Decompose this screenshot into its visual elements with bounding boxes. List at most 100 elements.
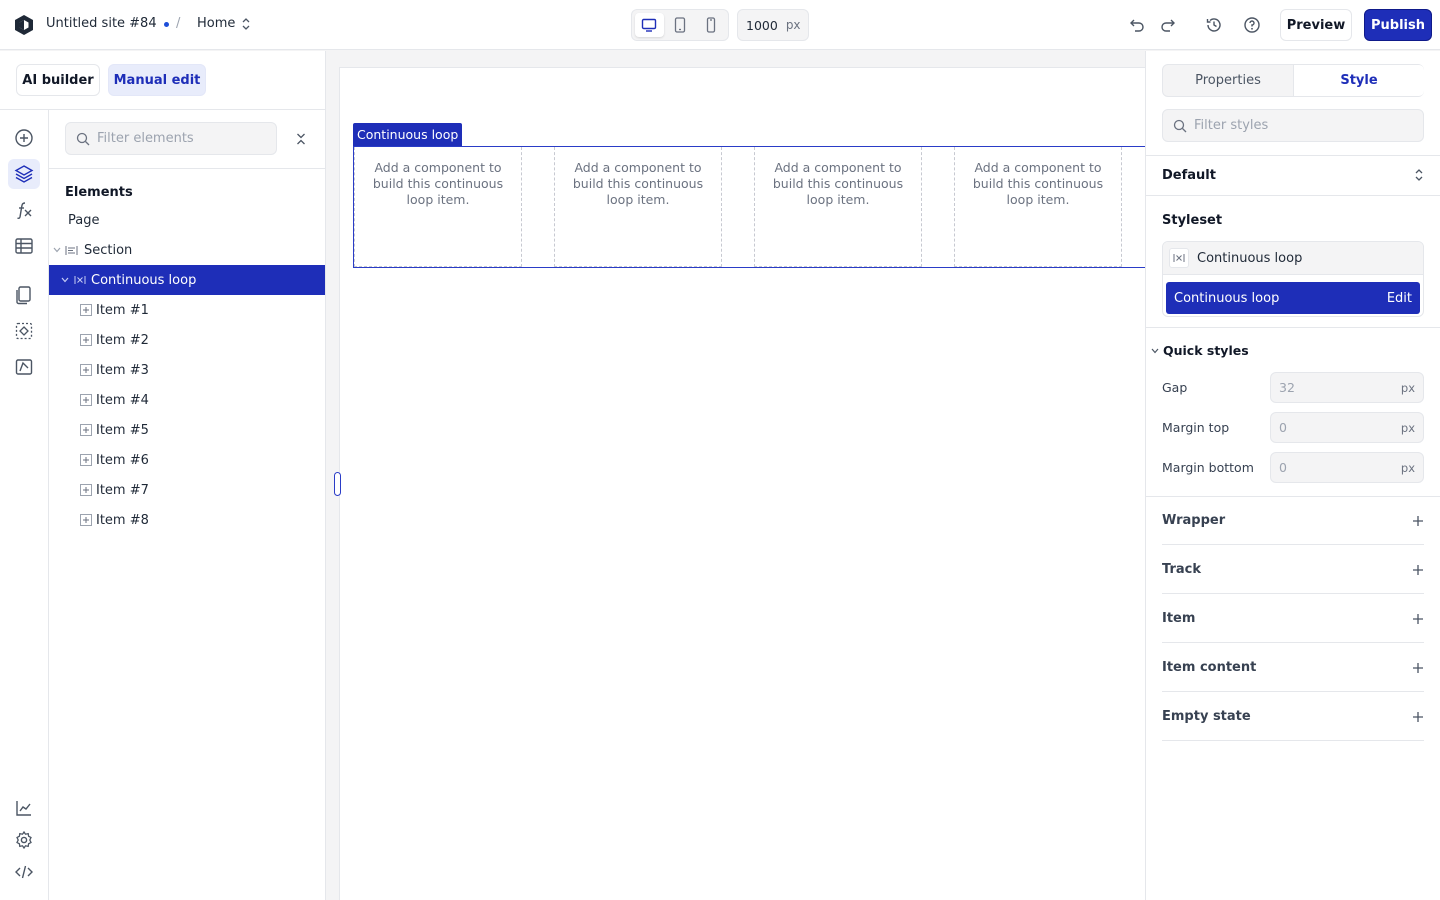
layers-icon — [14, 164, 34, 184]
styleset-heading: Styleset — [1162, 213, 1223, 228]
filter-elements-field — [65, 122, 277, 155]
gap-label: Gap — [1162, 380, 1188, 395]
filter-elements-input[interactable] — [97, 131, 267, 146]
tree-item-label: Item #1 — [96, 302, 149, 318]
functions-button[interactable] — [8, 195, 40, 225]
mobile-view-button[interactable] — [696, 13, 725, 37]
styleset-active-item[interactable]: Continuous loop Edit — [1166, 282, 1420, 314]
item-icon — [80, 394, 92, 406]
filter-styles-input[interactable] — [1194, 118, 1414, 133]
filter-styles-field — [1162, 109, 1424, 142]
tree-item-item-6[interactable]: Item #6 — [49, 445, 325, 475]
tab-properties[interactable]: Properties — [1163, 65, 1293, 96]
section-item-content[interactable]: Item content — [1162, 644, 1424, 692]
tree-item-item-1[interactable]: Item #1 — [49, 295, 325, 325]
plus-icon — [1412, 564, 1424, 576]
styleset-parent-item[interactable]: Continuous loop — [1163, 242, 1423, 275]
quick-styles-toggle[interactable]: Quick styles — [1151, 343, 1249, 358]
assets-icon — [14, 357, 34, 377]
app-logo-icon[interactable] — [13, 14, 35, 36]
section-label: Empty state — [1162, 709, 1251, 724]
components-button[interactable] — [8, 316, 40, 346]
chevron-down-icon[interactable] — [60, 277, 70, 283]
section-icon — [65, 245, 78, 256]
tree-item-label: Item #7 — [96, 482, 149, 498]
mode-bar: AI builder Manual edit — [0, 51, 326, 110]
tree-item-item-2[interactable]: Item #2 — [49, 325, 325, 355]
margin-bottom-field: px — [1270, 452, 1424, 483]
section-item[interactable]: Item — [1162, 595, 1424, 643]
loop-item-placeholder[interactable]: Add a component to build this continuous… — [554, 147, 722, 267]
history-button[interactable] — [1204, 15, 1224, 35]
panel-divider — [1146, 327, 1440, 328]
edit-styleset-button[interactable]: Edit — [1387, 291, 1412, 306]
margin-top-unit: px — [1400, 420, 1415, 435]
device-switcher — [631, 9, 729, 41]
tree-item-section[interactable]: Section — [49, 235, 325, 265]
manual-edit-button[interactable]: Manual edit — [108, 64, 206, 96]
section-empty-state[interactable]: Empty state — [1162, 693, 1424, 741]
plus-icon — [1412, 613, 1424, 625]
gap-input[interactable] — [1279, 380, 1389, 395]
tree-item-item-5[interactable]: Item #5 — [49, 415, 325, 445]
settings-button[interactable] — [8, 825, 40, 855]
loop-item-placeholder[interactable]: Add a component to build this continuous… — [954, 147, 1122, 267]
desktop-view-button[interactable] — [635, 13, 664, 37]
help-icon — [1243, 16, 1261, 34]
plus-icon — [1412, 711, 1424, 723]
pages-button[interactable] — [8, 280, 40, 310]
loop-item-placeholder[interactable]: Add a component to build this continuous… — [354, 147, 522, 267]
search-icon — [1173, 119, 1187, 133]
assets-button[interactable] — [8, 352, 40, 382]
selected-component-tag[interactable]: Continuous loop — [353, 123, 463, 146]
elements-panel: Elements Page Section Continuous loop It… — [49, 110, 326, 900]
redo-button[interactable] — [1158, 15, 1178, 35]
margin-bottom-label: Margin bottom — [1162, 460, 1254, 475]
preview-button[interactable]: Preview — [1280, 9, 1352, 41]
canvas-width-input[interactable]: 1000 px — [737, 9, 809, 41]
state-selector[interactable]: Default — [1162, 156, 1424, 194]
canvas-width-unit: px — [785, 18, 801, 32]
tab-style[interactable]: Style — [1293, 65, 1424, 96]
section-track[interactable]: Track — [1162, 546, 1424, 594]
panel-divider — [49, 168, 326, 169]
data-table-button[interactable] — [8, 231, 40, 261]
add-element-button[interactable] — [8, 123, 40, 153]
desktop-icon — [641, 18, 657, 32]
code-icon — [14, 862, 34, 882]
ai-builder-button[interactable]: AI builder — [16, 64, 100, 96]
continuous-loop-component[interactable]: Add a component to build this continuous… — [353, 146, 1145, 268]
margin-bottom-input[interactable] — [1279, 460, 1389, 475]
analytics-button[interactable] — [8, 793, 40, 823]
undo-button[interactable] — [1127, 15, 1147, 35]
publish-button[interactable]: Publish — [1364, 9, 1432, 41]
margin-top-input[interactable] — [1279, 420, 1389, 435]
code-button[interactable] — [8, 857, 40, 887]
tree-item-continuous-loop[interactable]: Continuous loop — [49, 265, 325, 295]
margin-bottom-unit: px — [1400, 460, 1415, 475]
tablet-view-button[interactable] — [666, 13, 695, 37]
loop-item-placeholder[interactable]: Add a component to build this continuous… — [754, 147, 922, 267]
section-wrapper[interactable]: Wrapper — [1162, 497, 1424, 545]
tree-item-item-7[interactable]: Item #7 — [49, 475, 325, 505]
tree-item-label: Item #4 — [96, 392, 149, 408]
layers-button[interactable] — [8, 159, 40, 189]
tree-item-item-8[interactable]: Item #8 — [49, 505, 325, 535]
tablet-icon — [674, 17, 686, 33]
page-selector[interactable]: Home — [197, 16, 251, 31]
site-title[interactable]: Untitled site #84 — [46, 16, 157, 31]
collapse-all-button[interactable] — [293, 131, 309, 147]
tree-item-page[interactable]: Page — [49, 205, 325, 235]
chevron-down-icon[interactable] — [52, 247, 62, 253]
help-button[interactable] — [1242, 15, 1262, 35]
gap-unit: px — [1400, 380, 1415, 395]
component-icon — [14, 321, 34, 341]
chart-line-icon — [14, 798, 34, 818]
tree-item-item-4[interactable]: Item #4 — [49, 385, 325, 415]
canvas[interactable]: Continuous loop Add a component to build… — [326, 51, 1145, 900]
redo-icon — [1160, 18, 1176, 32]
tree-item-label: Item #6 — [96, 452, 149, 468]
margin-top-field: px — [1270, 412, 1424, 443]
canvas-resize-handle[interactable] — [334, 472, 341, 496]
tree-item-item-3[interactable]: Item #3 — [49, 355, 325, 385]
